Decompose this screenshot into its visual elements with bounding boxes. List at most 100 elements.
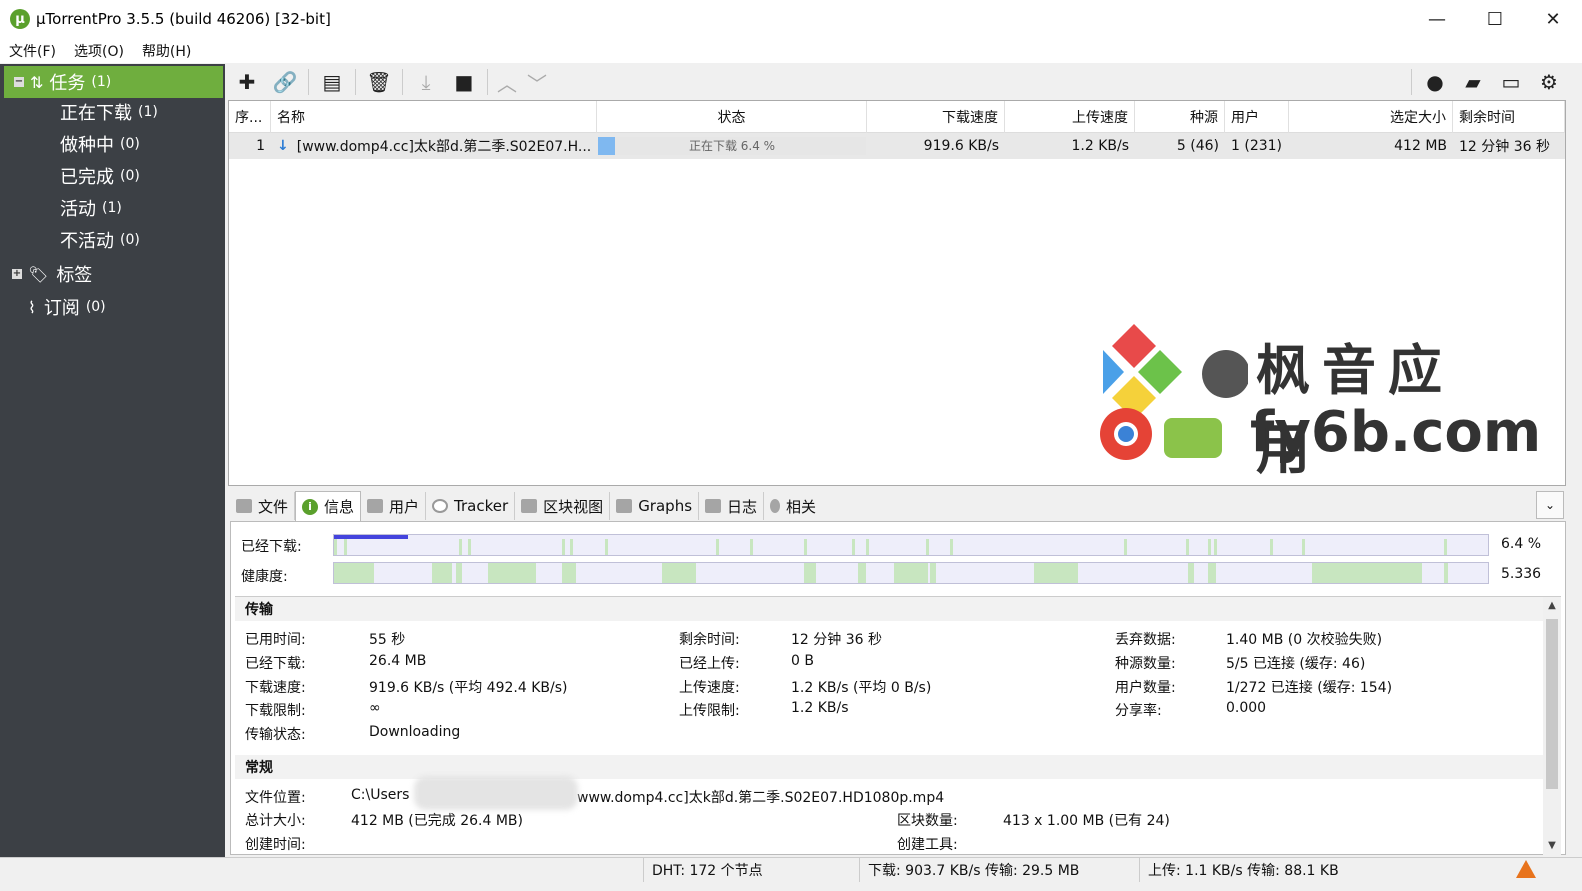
tab-log[interactable]: 日志 [699,492,765,520]
health-piece [930,563,936,583]
redacted-path-blur [414,776,578,810]
health-piece [804,563,816,583]
scroll-thumb[interactable] [1546,619,1558,789]
downloaded-piece [459,539,462,555]
torrent-row[interactable]: 1 ↓ [www.domp4.cc]太k部d.第二季.S02E07.H... 正… [229,133,1565,159]
sidebar-item-count: (0) [120,232,140,248]
column-header-index[interactable]: 序... [229,101,271,133]
warning-icon[interactable] [1516,860,1536,878]
scroll-up-icon[interactable]: ▲ [1543,597,1561,615]
tracker-icon [432,499,449,513]
menu-file[interactable]: 文件(F) [0,41,65,61]
menu-help[interactable]: 帮助(H) [133,41,200,61]
trash-icon[interactable]: 🗑 [360,65,398,99]
column-header-seeds[interactable]: 种源 [1135,101,1225,133]
torrent-seeds: 5 (46) [1176,138,1219,154]
maximize-button[interactable]: ☐ [1466,0,1524,38]
link-icon[interactable]: 🔗 [266,65,304,99]
sidebar-item-tasks[interactable]: − ⇅ 任务 (1) [4,66,223,98]
column-header-up-speed[interactable]: 上传速度 [1005,101,1135,133]
gear-icon[interactable]: ⚙ [1530,65,1568,99]
tab-info[interactable]: i 信息 [295,491,362,521]
ratio-value: 0.000 [1226,700,1267,716]
bulb-icon[interactable]: ● [1416,65,1454,99]
tab-peers[interactable]: 用户 [361,492,427,520]
wasted-value: 1.40 MB (0 次校验失败) [1226,632,1383,648]
collapse-panel-button[interactable]: ⌄ [1536,491,1564,519]
chevron-up-icon[interactable]: ︿ [492,65,522,99]
seeds-value: 5/5 已连接 (缓存: 46) [1226,656,1366,672]
close-button[interactable]: ✕ [1524,0,1582,38]
chevron-down-icon[interactable]: ﹀ [522,65,552,99]
downloaded-piece [750,539,753,555]
tab-pieces[interactable]: 区块视图 [515,492,611,520]
downloaded-field-value: 26.4 MB [369,653,427,669]
download-icon[interactable]: ⤓ [407,65,445,99]
minimize-button[interactable]: — [1408,0,1466,38]
remaining-value: 12 分钟 36 秒 [791,632,882,648]
sidebar-item-count: (0) [120,168,140,184]
health-pieces-bar [333,562,1489,584]
downloaded-percent: 6.4 % [1501,536,1542,552]
sidebar-item-label: 标签 [56,265,93,286]
tab-tracker[interactable]: Tracker [426,492,516,520]
downloaded-piece [1208,539,1211,555]
tab-related[interactable]: 相关 [764,492,822,520]
torrent-name-cell: ↓ [www.domp4.cc]太k部d.第二季.S02E07.H... [271,133,597,159]
sidebar-item-seeding[interactable]: 做种中 (0) [60,128,140,160]
health-piece [858,563,866,583]
health-piece [562,563,570,583]
expand-icon[interactable]: + [12,269,22,279]
transfer-heading: 传输 [235,597,1543,621]
folder-icon [236,499,252,513]
sidebar-item-count: (1) [91,74,112,90]
total-size-label: 总计大小: [245,813,306,829]
tab-files[interactable]: 文件 [230,492,296,520]
users-icon [367,499,384,513]
upload-status: 上传: 1.1 KB/s 传输: 88.1 KB [1139,858,1507,882]
downloaded-piece [468,539,471,555]
column-header-status[interactable]: 状态 [597,101,867,133]
column-header-eta[interactable]: 剩余时间 [1453,101,1565,133]
collapse-icon[interactable]: − [14,77,24,87]
ratio-label: 分享率: [1115,703,1162,719]
column-header-name[interactable]: 名称 [271,101,597,133]
down-limit-label: 下载限制: [245,703,306,719]
column-header-size[interactable]: 选定大小 [1289,101,1453,133]
new-torrent-icon[interactable]: ▤ [313,65,351,99]
health-value: 5.336 [1501,566,1542,582]
tab-graphs[interactable]: Graphs [610,492,700,520]
info-scrollbar[interactable]: ▲ ▼ [1543,597,1561,855]
menu-options[interactable]: 选项(O) [65,41,133,61]
plus-icon[interactable]: ✚ [228,65,266,99]
up-limit-label: 上传限制: [679,703,740,719]
monitor-icon[interactable]: ▭ [1492,65,1530,99]
sidebar-item-feeds[interactable]: ⌇ 订阅 (0) [28,291,106,323]
torrent-peers: 1 (231) [1231,138,1283,154]
tab-label: Tracker [454,497,509,515]
health-piece [1312,563,1422,583]
title-bar: µ µTorrentPro 3.5.5 (build 46206) [32-bi… [0,0,1582,38]
sidebar-item-completed[interactable]: 已完成 (0) [60,160,140,192]
scroll-down-icon[interactable]: ▼ [1543,837,1561,855]
sidebar-item-active[interactable]: 活动 (1) [60,192,122,224]
sidebar-item-count: (0) [85,299,106,315]
elapsed-value: 55 秒 [369,632,406,648]
stop-icon[interactable]: ■ [445,65,483,99]
health-piece [488,563,536,583]
sidebar-item-labels[interactable]: + 🏷 标签 [12,258,92,290]
chat-icon[interactable]: ▰ [1454,65,1492,99]
detail-tabs: 文件 i 信息 用户 Tracker 区块视图 Graphs 日志 相关 [230,491,1566,521]
tab-label: 日志 [727,497,758,516]
column-header-down-speed[interactable]: 下载速度 [867,101,1005,133]
uploaded-label: 已经上传: [679,656,740,672]
torrent-size: 412 MB [1394,138,1447,154]
sidebar-item-label: 活动 [60,199,96,220]
down-limit-value: ∞ [369,700,381,716]
sidebar-item-inactive[interactable]: 不活动 (0) [60,224,140,256]
sidebar-item-downloading[interactable]: 正在下载 (1) [60,96,158,128]
main-toolbar: ✚ 🔗 ▤ 🗑 ⤓ ■ ︿ ﹀ ● ▰ ▭ ⚙ [228,64,1568,100]
downloaded-piece [926,539,929,555]
column-header-peers[interactable]: 用户 [1225,101,1289,133]
uploaded-value: 0 B [791,653,814,669]
